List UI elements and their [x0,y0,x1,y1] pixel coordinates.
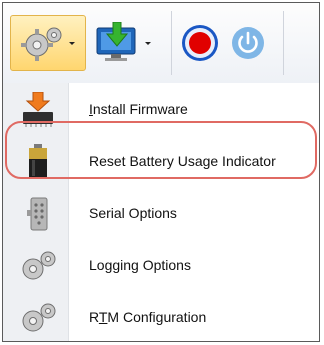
power-button[interactable] [227,15,269,71]
monitor-download-icon [93,22,141,64]
menu-item-label: Serial Options [89,205,177,221]
chevron-down-icon [145,41,151,45]
gear-icon [19,247,57,285]
settings-dropdown-button[interactable] [10,15,86,71]
power-icon [231,26,265,60]
settings-dropdown-menu: Install Firmware Reset Battery Usage Ind… [3,83,319,341]
menu-item-label: RTM Configuration [89,309,207,325]
toolbar-separator [171,11,172,75]
gear-icon [21,23,65,63]
menu-item-label: Install Firmware [89,101,188,117]
menu-item-serial-options[interactable]: Serial Options [3,187,319,239]
app-window: Install Firmware Reset Battery Usage Ind… [2,2,320,342]
menu-item-rtm-configuration[interactable]: RTM Configuration [3,291,319,343]
serial-connector-icon [19,195,57,233]
record-button[interactable] [179,15,221,71]
download-dropdown-button[interactable] [93,15,163,71]
record-icon [181,24,219,62]
chevron-down-icon [69,41,75,45]
toolbar [3,3,319,84]
toolbar-separator [283,11,284,75]
menu-item-label: Logging Options [89,257,191,273]
gear-icon [19,299,57,337]
menu-item-logging-options[interactable]: Logging Options [3,239,319,291]
highlight-ring [5,121,317,179]
